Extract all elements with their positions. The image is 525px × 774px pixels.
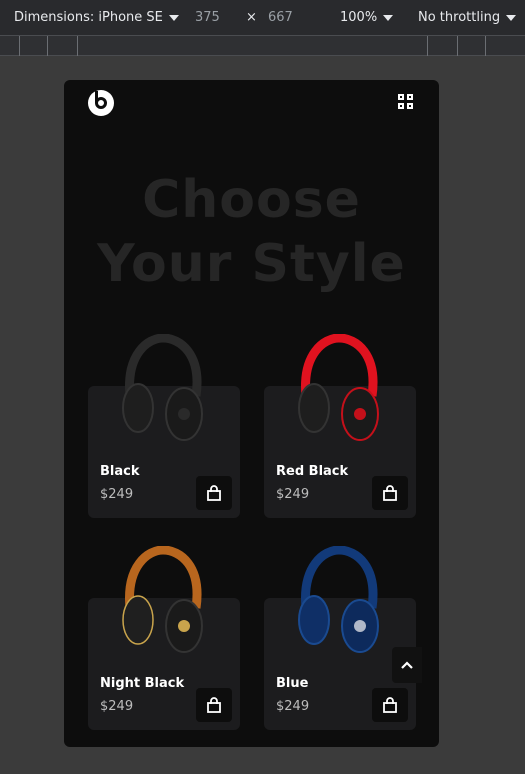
scroll-to-top-button[interactable]	[392, 647, 422, 683]
shopping-bag-icon	[207, 485, 221, 501]
chevron-down-icon	[168, 14, 179, 21]
zoom-dropdown[interactable]: 100%	[340, 10, 394, 25]
devtools-device-toolbar: Dimensions: iPhone SE 375 × 667 100% No …	[0, 0, 525, 36]
headphone-image	[298, 546, 379, 653]
chevron-down-icon	[383, 14, 394, 21]
add-to-cart-button[interactable]	[372, 688, 408, 722]
beats-logo-icon[interactable]	[88, 90, 114, 116]
add-to-cart-button[interactable]	[196, 688, 232, 722]
product-price: $249	[100, 699, 134, 714]
product-price: $249	[100, 487, 134, 502]
times-label: ×	[246, 10, 257, 25]
throttling-label: No throttling	[418, 10, 501, 25]
dimensions-dropdown[interactable]: Dimensions: iPhone SE	[14, 10, 179, 25]
add-to-cart-button[interactable]	[196, 476, 232, 510]
shopping-bag-icon	[207, 697, 221, 713]
zoom-label: 100%	[340, 10, 378, 25]
chevron-up-icon	[401, 661, 413, 669]
grid-icon[interactable]	[398, 94, 413, 109]
throttling-dropdown[interactable]: No throttling	[418, 10, 517, 25]
headphone-image	[122, 334, 203, 441]
product-name: Black	[100, 464, 140, 479]
width-input[interactable]: 375	[195, 10, 220, 25]
product-name: Red Black	[276, 464, 349, 479]
shopping-bag-icon	[383, 485, 397, 501]
add-to-cart-button[interactable]	[372, 476, 408, 510]
headphone-image	[122, 546, 203, 653]
dimensions-label: Dimensions: iPhone SE	[14, 10, 163, 25]
page-headline: Choose Your Style	[97, 170, 406, 294]
headphone-image	[298, 334, 379, 441]
height-input[interactable]: 667	[268, 10, 293, 25]
product-price: $249	[276, 699, 310, 714]
shopping-bag-icon	[383, 697, 397, 713]
media-query-ruler[interactable]	[0, 36, 525, 56]
product-name: Blue	[276, 676, 309, 691]
device-viewport: Choose Your Style Black $249 Red Black $…	[64, 80, 439, 747]
product-name: Night Black	[100, 676, 185, 691]
product-price: $249	[276, 487, 310, 502]
chevron-down-icon	[506, 14, 517, 21]
